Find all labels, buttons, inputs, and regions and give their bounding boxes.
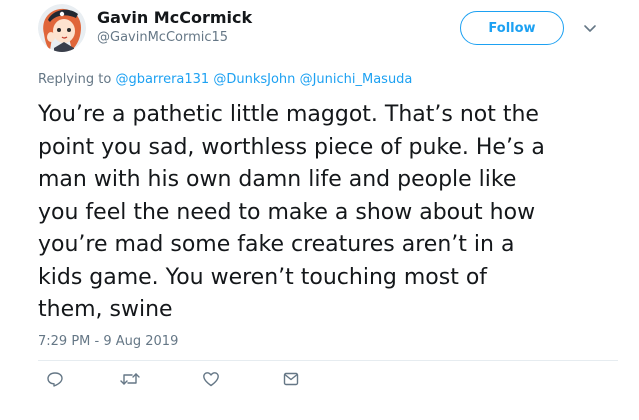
mention-link[interactable]: @Junichi_Masuda <box>300 72 413 87</box>
tweet-text-line: kids game. You weren’t touching most of <box>38 264 488 290</box>
direct-message-icon[interactable] <box>282 370 300 388</box>
retweet-icon[interactable] <box>119 370 141 388</box>
tweet-text-line: you feel the need to make a show about h… <box>38 199 536 225</box>
mention-link[interactable]: @DunksJohn <box>213 72 295 87</box>
replying-to-prefix: Replying to <box>38 72 112 87</box>
tweet-timestamp[interactable]: 7:29 PM - 9 Aug 2019 <box>38 334 178 349</box>
mention-link[interactable]: @gbarrera131 <box>115 72 209 87</box>
reply-icon[interactable] <box>46 370 64 388</box>
follow-button[interactable]: Follow <box>460 11 564 45</box>
author-handle[interactable]: @GavinMcCormic15 <box>97 30 228 45</box>
tweet: Gavin McCormick @GavinMcCormic15 Follow … <box>0 0 639 420</box>
tweet-text-line: man with his own damn life and people li… <box>38 167 517 192</box>
chevron-down-icon[interactable] <box>583 20 597 34</box>
tweet-text-line: them, swine <box>38 297 173 322</box>
tweet-text-line: You’re a pathetic little maggot. That’s … <box>38 102 539 127</box>
replying-to: Replying to @gbarrera131 @DunksJohn @Jun… <box>38 72 412 87</box>
tweet-text: You’re a pathetic little maggot. That’s … <box>38 99 618 327</box>
author-name[interactable]: Gavin McCormick <box>97 8 252 27</box>
tweet-text-line: you’re mad some fake creatures aren’t in… <box>38 232 515 257</box>
avatar[interactable] <box>38 4 86 52</box>
like-icon[interactable] <box>202 370 220 388</box>
tweet-text-line: point you sad, worthless piece of puke. … <box>38 134 545 160</box>
divider <box>38 360 618 361</box>
